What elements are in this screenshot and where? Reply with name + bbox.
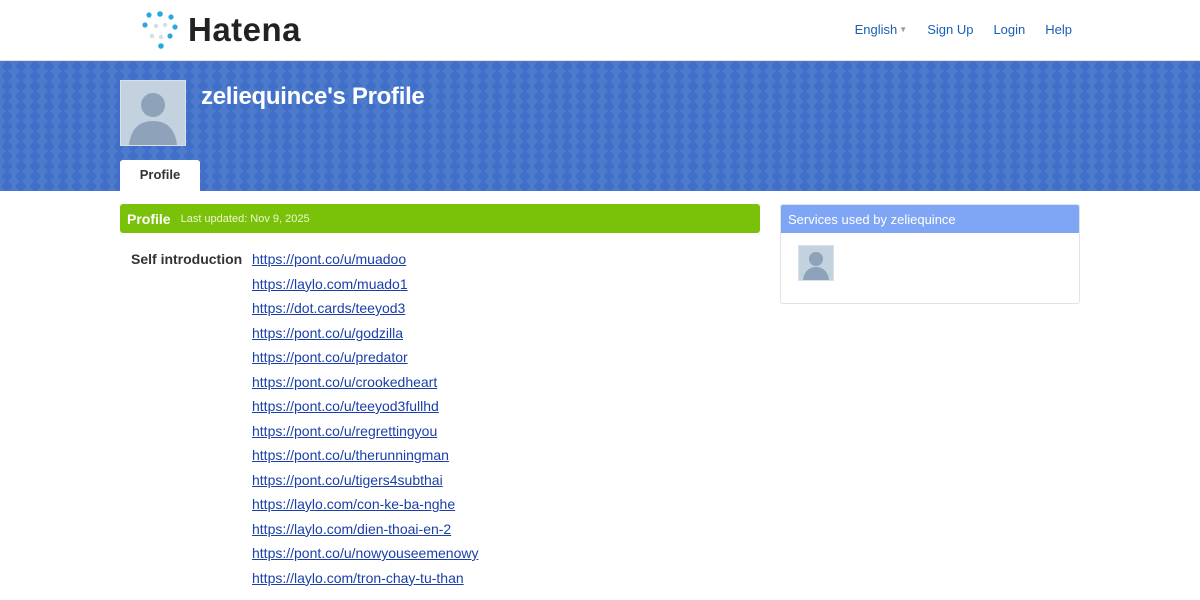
intro-link[interactable]: https://laylo.com/dien-thoai-en-2 (252, 521, 451, 537)
list-item: https://laylo.com/con-ke-ba-nghe (252, 496, 478, 521)
list-item: https://pont.co/u/nowyouseemenowy (252, 545, 478, 570)
login-link[interactable]: Login (993, 22, 1025, 37)
intro-link[interactable]: https://pont.co/u/therunningman (252, 447, 449, 463)
services-panel-title: Services used by zeliequince (781, 205, 1079, 233)
list-item: https://laylo.com/dien-thoai-en-2 (252, 521, 478, 546)
help-link[interactable]: Help (1045, 22, 1072, 37)
intro-link[interactable]: https://pont.co/u/tigers4subthai (252, 472, 443, 488)
intro-link[interactable]: https://pont.co/u/muadoo (252, 251, 406, 267)
intro-link[interactable]: https://pont.co/u/predator (252, 349, 408, 365)
list-item: https://dot.cards/teeyod3 (252, 300, 478, 325)
signup-link[interactable]: Sign Up (927, 22, 973, 37)
list-item: https://pont.co/u/regrettingyou (252, 423, 478, 448)
list-item: https://pont.co/u/therunningman (252, 447, 478, 472)
profile-title: zeliequince's Profile (201, 83, 425, 110)
intro-link[interactable]: https://pont.co/u/nowyouseemenowy (252, 545, 478, 561)
caret-down-icon: ▼ (899, 25, 908, 34)
list-item: https://pont.co/u/teeyod3fullhd (252, 398, 478, 423)
intro-link[interactable]: https://pont.co/u/godzilla (252, 325, 403, 341)
top-nav: English ▼ Sign Up Login Help (855, 22, 1072, 37)
top-header: Hatena English ▼ Sign Up Login Help (0, 0, 1200, 61)
intro-link-list: https://pont.co/u/muadoo https://laylo.c… (252, 251, 478, 594)
intro-link[interactable]: https://laylo.com/muado1 (252, 276, 408, 292)
hatena-logo[interactable]: Hatena (140, 10, 301, 50)
list-item: https://pont.co/u/crookedheart (252, 374, 478, 399)
list-item: https://pont.co/u/tigers4subthai (252, 472, 478, 497)
hatena-dots-icon (142, 11, 178, 49)
intro-link[interactable]: https://laylo.com/tron-chay-tu-than (252, 570, 464, 586)
profile-section-header: Profile Last updated: Nov 9, 2025 (120, 204, 760, 233)
list-item: https://pont.co/u/muadoo (252, 251, 478, 276)
intro-link[interactable]: https://dot.cards/teeyod3 (252, 300, 405, 316)
list-item: https://pont.co/u/godzilla (252, 325, 478, 350)
user-avatar-icon (120, 80, 186, 146)
tab-profile[interactable]: Profile (120, 160, 200, 191)
intro-link[interactable]: https://pont.co/u/crookedheart (252, 374, 437, 390)
list-item: https://laylo.com/tron-chay-tu-than (252, 570, 478, 595)
main-column: Profile Last updated: Nov 9, 2025 Self i… (120, 204, 760, 586)
logo-text: Hatena (188, 11, 302, 48)
list-item: https://pont.co/u/predator (252, 349, 478, 374)
language-selector[interactable]: English ▼ (855, 22, 908, 37)
section-title: Profile (127, 210, 171, 227)
profile-banner: zeliequince's Profile Profile (0, 61, 1200, 191)
intro-link[interactable]: https://laylo.com/con-ke-ba-nghe (252, 496, 455, 512)
intro-link[interactable]: https://pont.co/u/regrettingyou (252, 423, 437, 439)
list-item: https://laylo.com/muado1 (252, 276, 478, 301)
service-avatar-icon[interactable] (798, 245, 834, 281)
services-panel: Services used by zeliequince (780, 204, 1080, 304)
language-label: English (854, 22, 898, 37)
intro-link[interactable]: https://pont.co/u/teeyod3fullhd (252, 398, 439, 414)
last-updated: Last updated: Nov 9, 2025 (180, 212, 310, 225)
self-introduction-label: Self introduction (131, 251, 243, 267)
